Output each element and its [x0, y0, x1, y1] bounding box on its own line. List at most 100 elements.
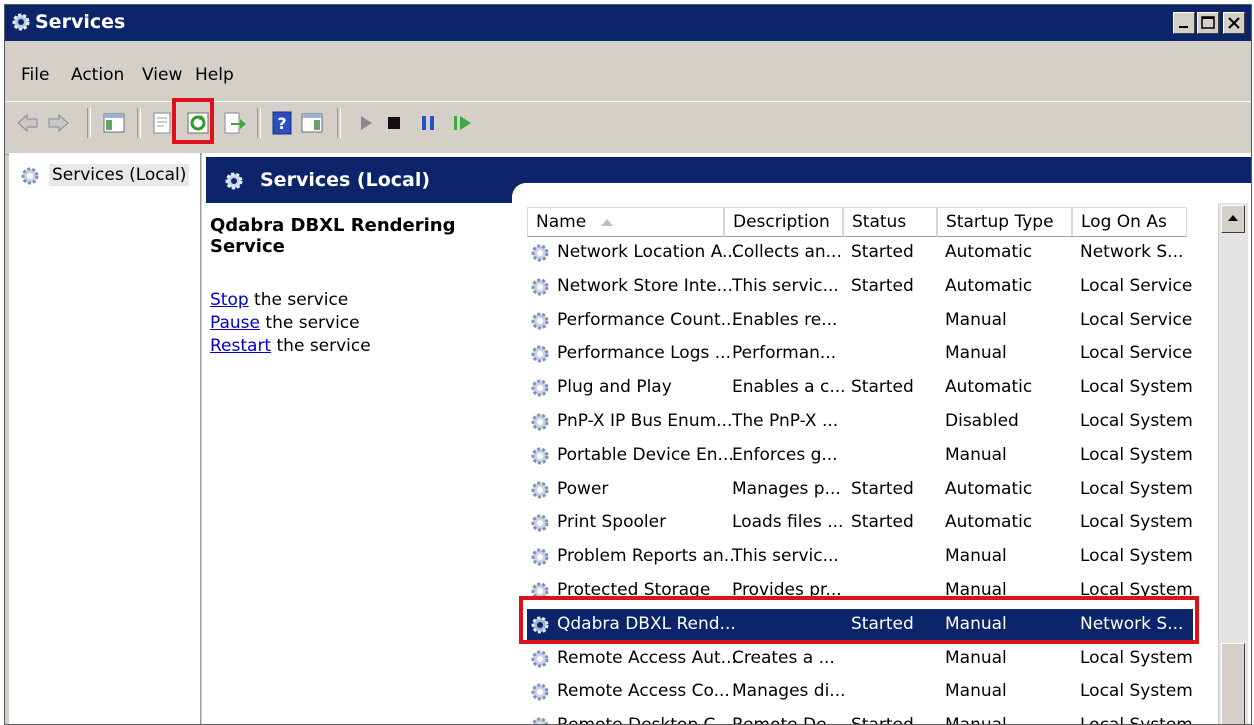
action-suffix: the service [260, 312, 360, 333]
table-row[interactable]: Network Store Inte... This servic... Start… [527, 271, 1193, 305]
pause-link[interactable]: Pause [210, 313, 260, 333]
services-gear-icon [12, 13, 30, 31]
column-header-status[interactable]: Status [843, 207, 937, 237]
cell-startup-type: Manual [945, 546, 1007, 567]
show-hide-tree-icon[interactable] [101, 110, 127, 136]
cell-description: Collects an... [732, 242, 842, 262]
table-row[interactable]: Print Spooler Loads files ... Started Autom… [527, 507, 1193, 541]
cell-startup-type: Manual [945, 647, 1007, 668]
console-tree: Services (Local) [9, 153, 201, 724]
menu-action[interactable]: Action [71, 65, 124, 85]
selected-row-highlight-box [519, 596, 1199, 644]
resume-service-icon[interactable] [449, 110, 475, 136]
cell-description: Enforces g... [732, 444, 838, 465]
table-row[interactable]: Plug and Play Enables a c... Started Automa… [527, 372, 1193, 406]
menu-help[interactable]: Help [195, 65, 234, 85]
column-header-name[interactable]: Name [527, 207, 724, 237]
table-row[interactable]: Remote Access Aut... Creates a ... Manual L… [527, 643, 1193, 677]
cell-description: The PnP-X ... [732, 411, 839, 431]
cell-log-on-as: Local System [1080, 478, 1193, 499]
cell-startup-type: Manual [945, 715, 1007, 724]
close-icon [1228, 17, 1240, 29]
cell-status: Started [851, 377, 914, 398]
pause-service-icon[interactable] [415, 110, 441, 136]
service-gear-icon [531, 312, 549, 330]
vertical-scrollbar[interactable] [1218, 203, 1248, 724]
cell-startup-type: Manual [945, 681, 1007, 702]
close-button[interactable] [1223, 12, 1245, 34]
cell-name: PnP-X IP Bus Enum... [557, 411, 733, 431]
services-gear-icon [225, 172, 243, 190]
table-row[interactable]: Network Location A... Collects an... Start… [527, 237, 1193, 271]
cell-name: Performance Logs ... [557, 343, 731, 364]
cell-description: Enables a c... [732, 377, 846, 398]
cell-description: Manages di... [732, 681, 846, 702]
cell-log-on-as: Local System [1080, 411, 1193, 431]
column-header-label: Status [852, 212, 907, 232]
window-title: Services [35, 11, 126, 33]
table-row[interactable]: Power Manages p... Started Automatic Local S… [527, 474, 1193, 508]
cell-name: Network Location A... [557, 242, 739, 262]
service-gear-icon [531, 481, 549, 499]
cell-startup-type: Manual [945, 444, 1007, 465]
selected-service-name: Qdabra DBXL Rendering Service [210, 215, 456, 257]
stop-service-icon[interactable] [381, 110, 407, 136]
cell-name: Portable Device En... [557, 444, 734, 465]
cell-name: Plug and Play [557, 377, 672, 398]
toolbar-separator [137, 108, 141, 138]
cell-log-on-as: Local Service [1080, 343, 1193, 364]
cell-log-on-as: Network S... [1080, 242, 1184, 262]
forward-icon[interactable] [45, 110, 71, 136]
cell-name: Network Store Inte... [557, 275, 733, 296]
export-list-icon[interactable] [221, 110, 247, 136]
table-row[interactable]: Remote Desktop C...Remote De... Started Ma… [527, 710, 1193, 724]
action-suffix: the service [271, 335, 371, 356]
menu-file[interactable]: File [21, 65, 49, 85]
help-icon[interactable]: ? [269, 110, 295, 136]
back-icon[interactable] [15, 110, 41, 136]
cell-description: This servic... [732, 275, 839, 296]
table-row[interactable]: PnP-X IP Bus Enum... The PnP-X ... Disable… [527, 406, 1193, 440]
service-actions: Stop the service Pause the service Resta… [210, 289, 510, 358]
maximize-icon [1201, 16, 1215, 29]
table-row[interactable]: Performance Count... Enables re... Manual L… [527, 305, 1193, 339]
table-row[interactable]: Problem Reports an... This servic... Manua… [527, 541, 1193, 575]
table-row[interactable]: Portable Device En... Enforces g... Manual… [527, 440, 1193, 474]
services-gear-icon [21, 167, 39, 185]
column-header-description[interactable]: Description [724, 207, 843, 237]
action-suffix: the service [248, 290, 349, 310]
column-header-startup-type[interactable]: Startup Type [937, 207, 1072, 237]
cell-startup-type: Disabled [945, 411, 1019, 431]
refresh-highlight-box [172, 98, 214, 144]
stop-link[interactable]: Stop [210, 290, 249, 310]
column-header-log-on-as[interactable]: Log On As [1072, 207, 1187, 237]
cell-log-on-as: Local System [1080, 647, 1193, 668]
cell-name: Print Spooler [557, 512, 667, 533]
column-header-label: Description [733, 212, 830, 232]
scroll-up-button[interactable] [1221, 205, 1245, 233]
show-action-pane-icon[interactable] [299, 110, 325, 136]
start-service-icon[interactable] [353, 110, 379, 136]
toolbar-separator [337, 108, 341, 138]
title-bar[interactable]: Services [5, 5, 1251, 41]
service-gear-icon [531, 548, 549, 566]
restart-link[interactable]: Restart [210, 336, 271, 356]
cell-startup-type: Automatic [945, 242, 1033, 262]
minimize-button[interactable] [1173, 12, 1195, 34]
maximize-button[interactable] [1197, 12, 1219, 34]
extended-view-tab [512, 183, 1251, 207]
cell-startup-type: Automatic [945, 275, 1033, 296]
column-headers: Name Description Status Startup Type Log… [527, 207, 1193, 237]
toolbar-separator [87, 108, 91, 138]
cell-description: Enables re... [732, 309, 838, 330]
table-row[interactable]: Performance Logs ... Performan... Manual Lo… [527, 338, 1193, 372]
restart-action: Restart the service [210, 335, 510, 358]
cell-description: This servic... [732, 546, 839, 567]
menu-view[interactable]: View [142, 65, 182, 85]
cell-description: Performan... [732, 343, 837, 364]
stop-action: Stop the service [210, 289, 510, 312]
scroll-thumb[interactable] [1221, 643, 1245, 724]
cell-log-on-as: Local System [1080, 681, 1193, 702]
cell-description: Remote De... [732, 715, 843, 724]
table-row[interactable]: Remote Access Co... Manages di... Manual Lo… [527, 676, 1193, 710]
